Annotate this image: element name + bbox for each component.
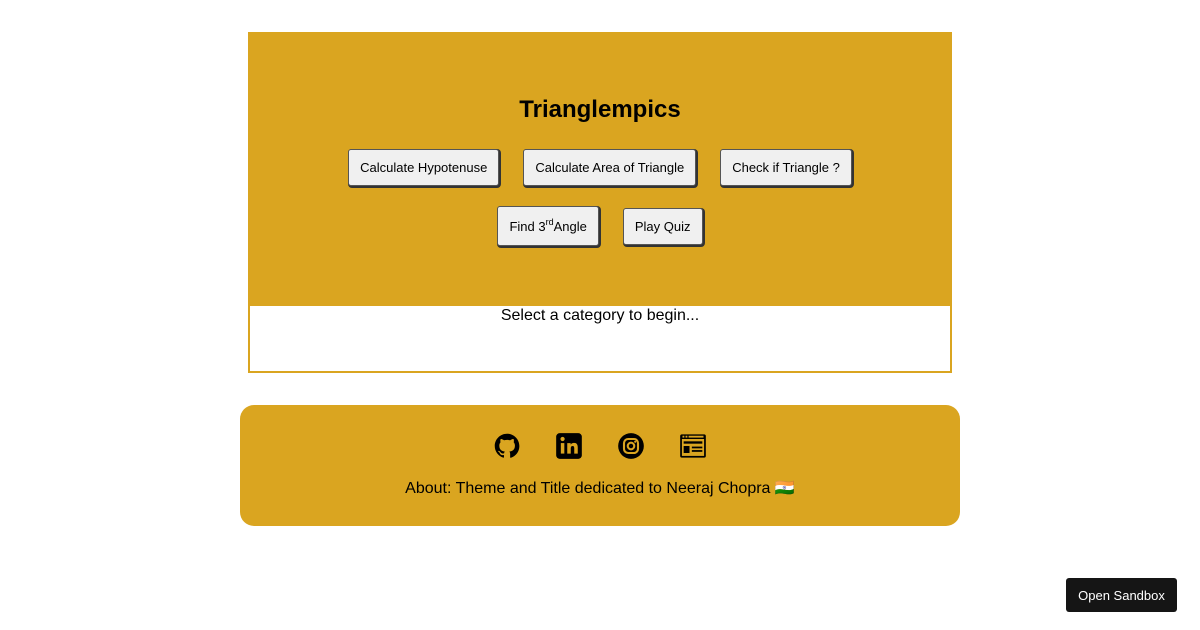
calculate-hypotenuse-button[interactable]: Calculate Hypotenuse xyxy=(348,149,500,186)
calculate-area-button[interactable]: Calculate Area of Triangle xyxy=(523,149,697,186)
footer: About: Theme and Title dedicated to Neer… xyxy=(240,405,960,526)
output-message: Select a category to begin... xyxy=(500,307,700,324)
social-links xyxy=(493,432,707,460)
check-triangle-button[interactable]: Check if Triangle ? xyxy=(720,149,852,186)
portfolio-icon[interactable] xyxy=(679,432,707,460)
find-angle-label-prefix: Find 3 xyxy=(509,218,546,234)
card-header: Trianglempics Calculate Hypotenuse Calcu… xyxy=(250,34,950,306)
instagram-icon[interactable] xyxy=(617,432,645,460)
find-angle-label-suffix: Angle xyxy=(553,218,587,234)
about-text: About: Theme and Title dedicated to Neer… xyxy=(405,480,795,497)
open-sandbox-button[interactable]: Open Sandbox xyxy=(1066,578,1177,612)
find-third-angle-button[interactable]: Find 3rd Angle xyxy=(497,206,599,246)
button-row-1: Calculate Hypotenuse Calculate Area of T… xyxy=(348,149,852,186)
play-quiz-button[interactable]: Play Quiz xyxy=(622,207,703,245)
page-title: Trianglempics xyxy=(519,96,681,123)
find-angle-label-sup: rd xyxy=(545,217,554,227)
button-row-2: Find 3rd Angle Play Quiz xyxy=(497,206,703,246)
linkedin-icon[interactable] xyxy=(555,432,583,460)
github-icon[interactable] xyxy=(493,432,521,460)
main-card: Trianglempics Calculate Hypotenuse Calcu… xyxy=(248,32,952,373)
